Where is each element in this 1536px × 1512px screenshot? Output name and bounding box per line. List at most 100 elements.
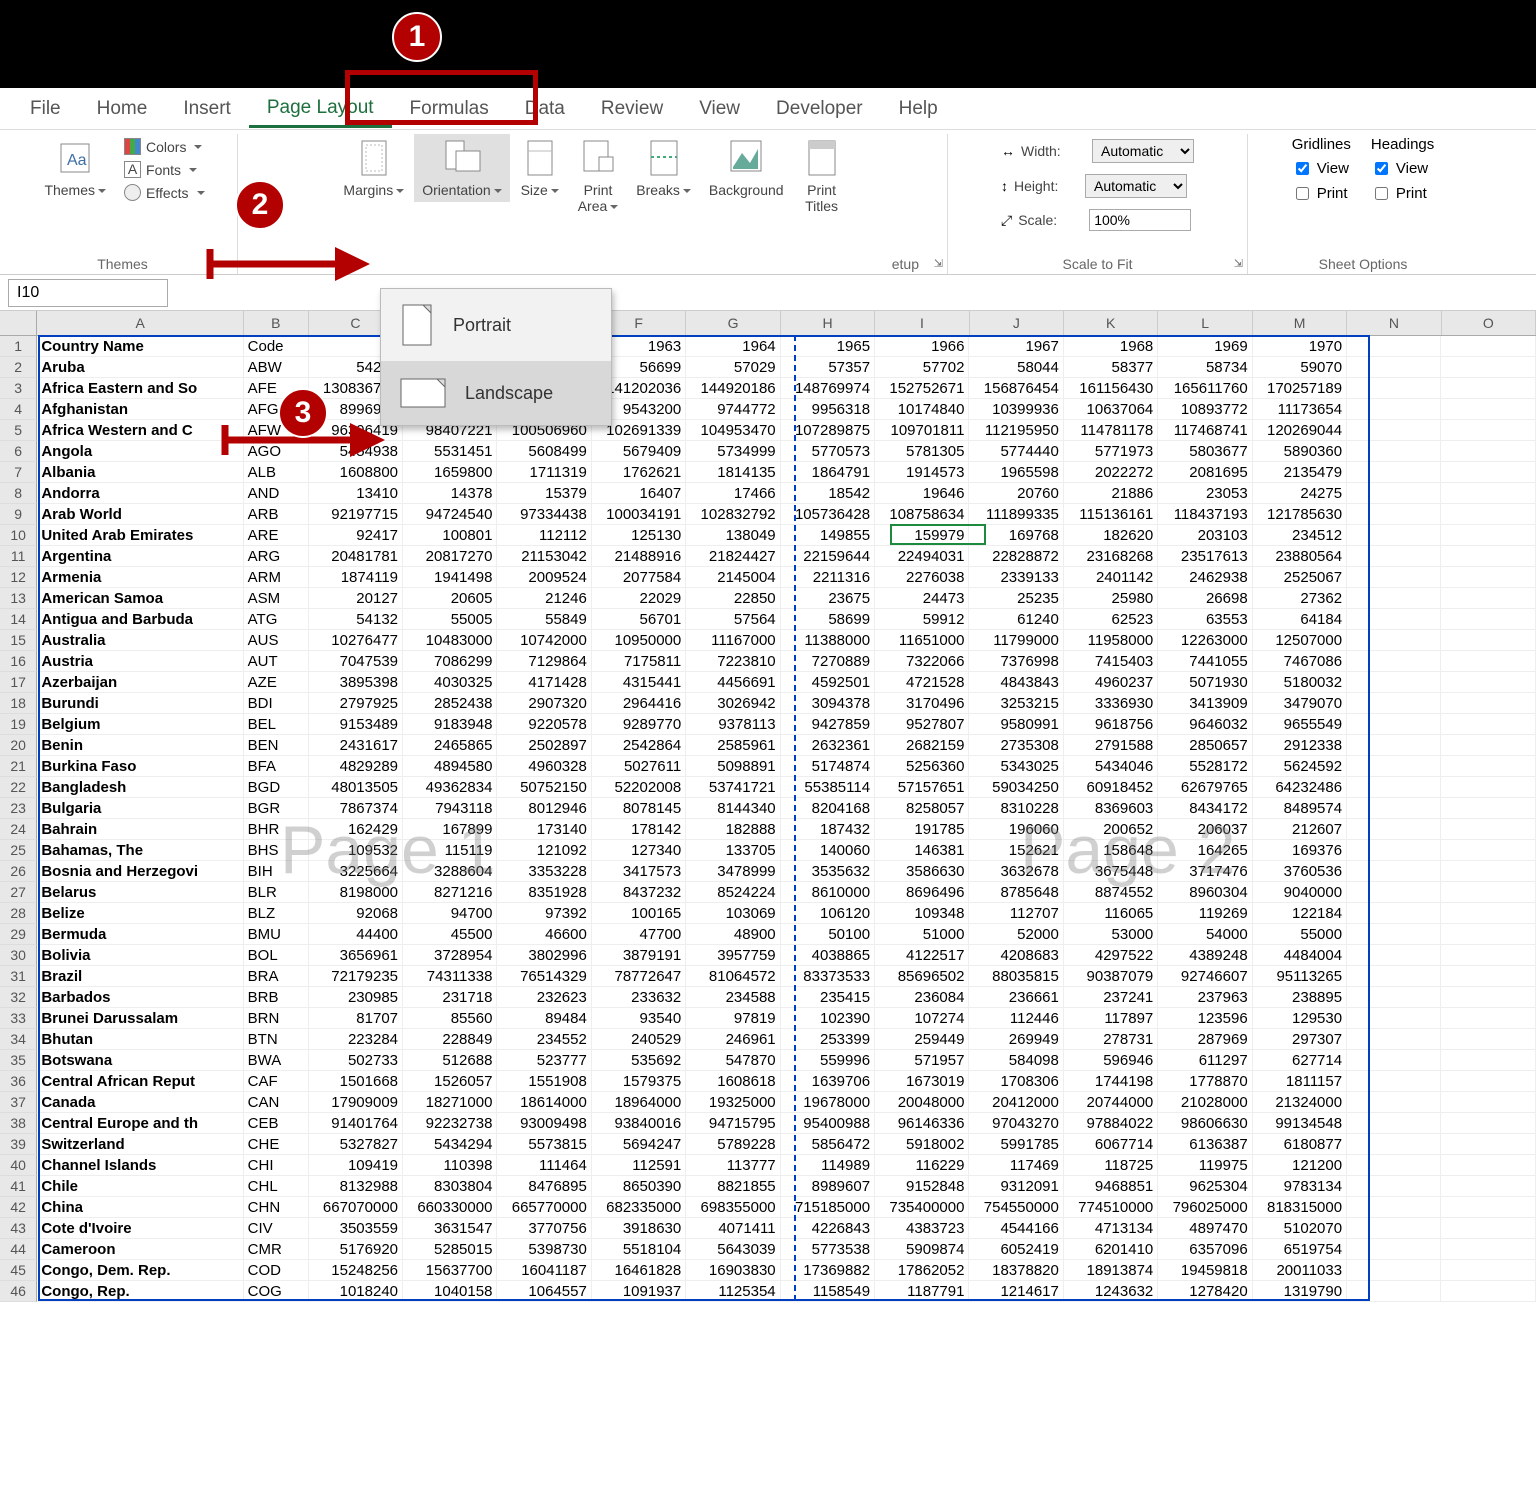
cell[interactable]: 116229	[875, 1155, 969, 1176]
col-header-J[interactable]: J	[970, 311, 1064, 335]
row-header[interactable]: 10	[0, 525, 37, 546]
col-header-K[interactable]: K	[1064, 311, 1158, 335]
cell[interactable]: 118725	[1064, 1155, 1158, 1176]
cell[interactable]: 2525067	[1253, 567, 1347, 588]
cell[interactable]: Antigua and Barbuda	[37, 609, 243, 630]
cell[interactable]: 112707	[969, 903, 1063, 924]
cell[interactable]: 7376998	[969, 651, 1063, 672]
cell[interactable]: 3728954	[403, 945, 497, 966]
cell[interactable]: 278731	[1064, 1029, 1158, 1050]
cell[interactable]: 121092	[497, 840, 591, 861]
cell[interactable]: 5770573	[781, 441, 875, 462]
themes-button[interactable]: Aa Themes	[36, 134, 114, 202]
cell[interactable]: 1864791	[781, 462, 875, 483]
cell[interactable]: 5771973	[1064, 441, 1158, 462]
cell[interactable]: 9527807	[875, 714, 969, 735]
cell[interactable]	[1347, 1029, 1441, 1050]
name-box[interactable]	[8, 279, 168, 307]
cell[interactable]: 1965	[781, 336, 875, 357]
row-header[interactable]: 14	[0, 609, 37, 630]
cell[interactable]: 95113265	[1253, 966, 1347, 987]
cell[interactable]: 178142	[592, 819, 686, 840]
row-header[interactable]: 38	[0, 1113, 37, 1134]
tab-page-layout[interactable]: Page Layout	[249, 89, 392, 128]
cell[interactable]: 4484004	[1253, 945, 1347, 966]
cell[interactable]: 234588	[686, 987, 780, 1008]
cell[interactable]: 50752150	[497, 777, 591, 798]
cell[interactable]: 93540	[592, 1008, 686, 1029]
cell[interactable]	[1347, 966, 1441, 987]
cell[interactable]	[1347, 693, 1441, 714]
fonts-button[interactable]: AFonts	[120, 159, 209, 180]
cell[interactable]: 8078145	[592, 798, 686, 819]
cell[interactable]: 1091937	[592, 1281, 686, 1302]
cell[interactable]	[1441, 1218, 1535, 1239]
cell[interactable]: 19459818	[1158, 1260, 1252, 1281]
cell[interactable]: Burundi	[37, 693, 243, 714]
cell[interactable]: BGR	[244, 798, 309, 819]
cell[interactable]: 9289770	[592, 714, 686, 735]
cell[interactable]: 1914573	[875, 462, 969, 483]
cell[interactable]: United Arab Emirates	[37, 525, 243, 546]
row-header[interactable]: 7	[0, 462, 37, 483]
cell[interactable]: 100034191	[592, 504, 686, 525]
cell[interactable]: 5890360	[1253, 441, 1347, 462]
cell[interactable]: 6180877	[1253, 1134, 1347, 1155]
cell[interactable]: 48900	[686, 924, 780, 945]
cell[interactable]: 21246	[497, 588, 591, 609]
row-header[interactable]: 35	[0, 1050, 37, 1071]
cell[interactable]: 1040158	[403, 1281, 497, 1302]
cell[interactable]: 95400988	[781, 1113, 875, 1134]
cell[interactable]: 3288604	[403, 861, 497, 882]
cell[interactable]: 735400000	[875, 1197, 969, 1218]
cell[interactable]: 8198000	[309, 882, 403, 903]
cell[interactable]: 7467086	[1253, 651, 1347, 672]
cell[interactable]	[1347, 861, 1441, 882]
cell[interactable]	[1441, 1092, 1535, 1113]
cell[interactable]	[1441, 945, 1535, 966]
cell[interactable]: 15379	[497, 483, 591, 504]
cell[interactable]: 22850	[686, 588, 780, 609]
row-header[interactable]: 41	[0, 1176, 37, 1197]
row-header[interactable]: 28	[0, 903, 37, 924]
tab-formulas[interactable]: Formulas	[392, 90, 507, 128]
cell[interactable]: 17862052	[875, 1260, 969, 1281]
cell[interactable]: 6067714	[1064, 1134, 1158, 1155]
cell[interactable]: 3336930	[1064, 693, 1158, 714]
cell[interactable]: 23168268	[1064, 546, 1158, 567]
cell[interactable]	[1441, 1050, 1535, 1071]
cell[interactable]: 9580991	[969, 714, 1063, 735]
cell[interactable]	[1441, 504, 1535, 525]
cell[interactable]	[1441, 966, 1535, 987]
cell[interactable]: 146381	[875, 840, 969, 861]
cell[interactable]: 8303804	[403, 1176, 497, 1197]
scale-input[interactable]	[1089, 209, 1191, 231]
cell[interactable]: 4315441	[592, 672, 686, 693]
cell[interactable]: 83373533	[781, 966, 875, 987]
cell[interactable]: 78772647	[592, 966, 686, 987]
row-header[interactable]: 42	[0, 1197, 37, 1218]
cell[interactable]	[1441, 987, 1535, 1008]
cell[interactable]: 297307	[1253, 1029, 1347, 1050]
cell[interactable]: 5734999	[686, 441, 780, 462]
row-header[interactable]: 21	[0, 756, 37, 777]
cell[interactable]: 6519754	[1253, 1239, 1347, 1260]
cell[interactable]: 1214617	[969, 1281, 1063, 1302]
cell[interactable]: 667070000	[309, 1197, 403, 1218]
orientation-button[interactable]: Orientation	[414, 134, 509, 202]
cell[interactable]: 72179235	[309, 966, 403, 987]
cell[interactable]: ARM	[244, 567, 309, 588]
cell[interactable]: Brazil	[37, 966, 243, 987]
cell[interactable]: 3760536	[1253, 861, 1347, 882]
cell[interactable]: 21824427	[686, 546, 780, 567]
cell[interactable]: 18964000	[592, 1092, 686, 1113]
cell[interactable]: 17369882	[781, 1260, 875, 1281]
cell[interactable]	[1347, 357, 1441, 378]
cell[interactable]	[1347, 1113, 1441, 1134]
cell[interactable]: 97884022	[1064, 1113, 1158, 1134]
cell[interactable]: 109532	[309, 840, 403, 861]
cell[interactable]: 5856472	[781, 1134, 875, 1155]
cell[interactable]: China	[37, 1197, 243, 1218]
cell[interactable]: 4038865	[781, 945, 875, 966]
cell[interactable]: 12507000	[1253, 630, 1347, 651]
